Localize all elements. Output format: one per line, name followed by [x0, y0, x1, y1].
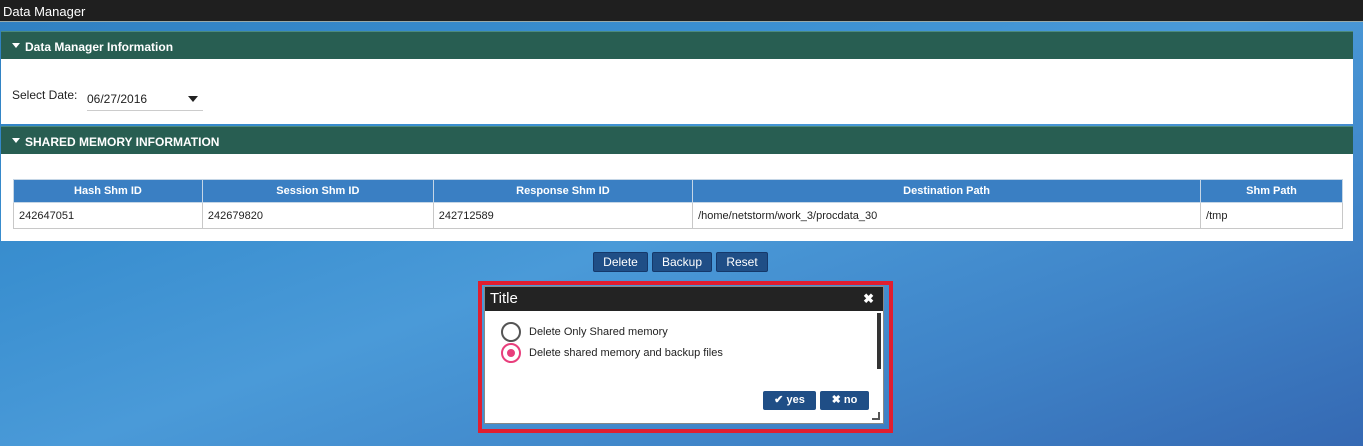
no-button[interactable]: ✖ no	[820, 391, 869, 410]
table-cell: /tmp	[1200, 202, 1343, 229]
app-title-bar: Data Manager	[0, 0, 1363, 22]
delete-button[interactable]: Delete	[593, 252, 648, 272]
chevron-down-icon[interactable]	[188, 96, 198, 102]
info-panel-body: Select Date: 06/27/2016	[1, 59, 1353, 124]
date-dropdown[interactable]: 06/27/2016	[87, 89, 203, 111]
table-cell: 242647051	[13, 202, 203, 229]
option-label: Delete shared memory and backup files	[529, 347, 723, 359]
close-icon: ✖	[831, 394, 841, 406]
resize-handle-icon[interactable]	[872, 412, 880, 420]
table-cell: 242712589	[432, 202, 694, 229]
info-panel-header[interactable]: Data Manager Information	[1, 31, 1353, 59]
shm-panel-header[interactable]: SHARED MEMORY INFORMATION	[1, 126, 1353, 154]
table-header-row: Hash Shm ID Session Shm ID Response Shm …	[13, 179, 1343, 203]
backup-button[interactable]: Backup	[652, 252, 712, 272]
column-header[interactable]: Shm Path	[1200, 179, 1343, 203]
info-panel-title: Data Manager Information	[25, 40, 174, 54]
dialog-title-bar[interactable]: Title ✖	[485, 287, 883, 311]
shm-panel-body: Hash Shm ID Session Shm ID Response Shm …	[1, 154, 1353, 241]
column-header[interactable]: Response Shm ID	[432, 179, 694, 203]
check-icon: ✔	[774, 394, 784, 406]
yes-label: yes	[786, 394, 805, 406]
select-date-label: Select Date:	[12, 88, 78, 102]
yes-button[interactable]: ✔ yes	[763, 391, 816, 410]
date-value: 06/27/2016	[87, 92, 148, 106]
dialog-scrollbar[interactable]	[877, 313, 881, 369]
column-header[interactable]: Destination Path	[692, 179, 1202, 203]
delete-options-dialog: Title ✖ Delete Only Shared memory Delete…	[484, 286, 884, 424]
reset-button[interactable]: Reset	[716, 252, 768, 272]
option-label: Delete Only Shared memory	[529, 326, 668, 338]
no-label: no	[843, 394, 858, 406]
table-cell: 242679820	[201, 202, 434, 229]
table-cell: /home/netstorm/work_3/procdata_30	[692, 202, 1202, 229]
collapse-triangle-icon[interactable]	[12, 138, 20, 143]
shm-panel-title: SHARED MEMORY INFORMATION	[25, 135, 220, 149]
column-header[interactable]: Hash Shm ID	[13, 179, 203, 203]
column-header[interactable]: Session Shm ID	[201, 179, 434, 203]
app-title: Data Manager	[3, 4, 86, 19]
close-icon[interactable]: ✖	[863, 291, 874, 307]
table-row[interactable]: 242647051 242679820 242712589 /home/nets…	[13, 202, 1343, 229]
radio-button[interactable]	[501, 322, 521, 342]
dialog-title: Title	[490, 290, 518, 307]
radio-button-selected[interactable]	[501, 343, 521, 363]
collapse-triangle-icon[interactable]	[12, 43, 20, 48]
shm-table: Hash Shm ID Session Shm ID Response Shm …	[13, 179, 1343, 229]
